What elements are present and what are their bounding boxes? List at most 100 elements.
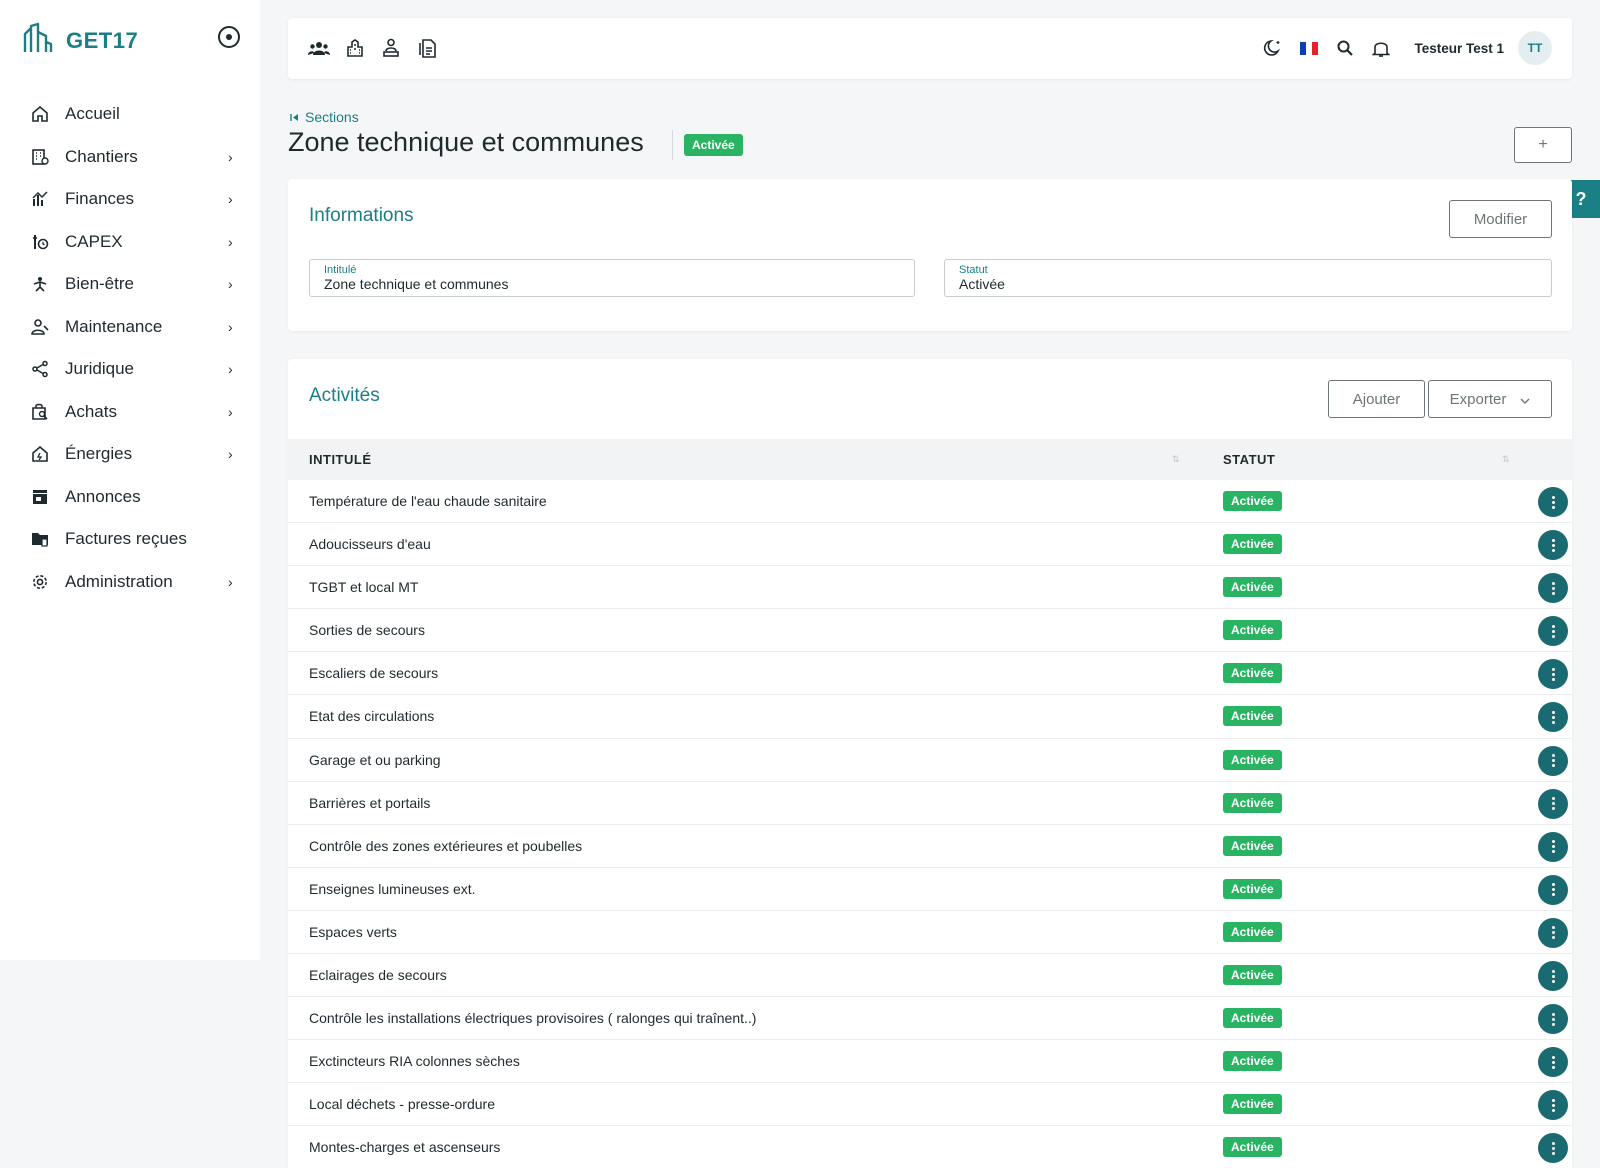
activities-card: Activités Ajouter Exporter INTITULÉ ⇅ ST…	[288, 359, 1572, 1168]
dot	[1551, 624, 1555, 628]
row-actions-button[interactable]	[1538, 659, 1568, 690]
exporter-button[interactable]: Exporter	[1428, 380, 1552, 418]
buildings-icon[interactable]	[344, 37, 366, 59]
dot	[1551, 974, 1555, 978]
language-flag-icon[interactable]	[1298, 37, 1320, 59]
sidebar-item-label: Annonces	[65, 486, 141, 506]
table-row[interactable]: Barrières et portails Activée	[288, 782, 1572, 825]
table-row[interactable]: Sorties de secours Activée	[288, 609, 1572, 653]
sidebar-item-accueil[interactable]: Accueil	[0, 93, 260, 136]
activity-name: TGBT et local MT	[309, 579, 419, 596]
row-actions-button[interactable]	[1538, 874, 1568, 905]
table-row[interactable]: Garage et ou parking Activée	[288, 739, 1572, 782]
dark-mode-icon[interactable]	[1262, 37, 1284, 59]
row-actions-button[interactable]	[1538, 702, 1568, 733]
add-button[interactable]: +	[1514, 127, 1572, 163]
table-row[interactable]: Exctincteurs RIA colonnes sèches Activée	[288, 1040, 1572, 1084]
folder-icon	[30, 529, 50, 549]
row-actions-button[interactable]	[1538, 573, 1568, 604]
table-row[interactable]: Température de l'eau chaude sanitaire Act…	[288, 480, 1572, 524]
dot	[1551, 931, 1555, 935]
row-actions-button[interactable]	[1538, 1047, 1568, 1078]
table-row[interactable]: Escaliers de secours Activée	[288, 652, 1572, 696]
table-row[interactable]: Espaces verts Activée	[288, 911, 1572, 955]
topbar: Testeur Test 1 TT	[288, 18, 1572, 79]
avatar[interactable]: TT	[1518, 31, 1552, 65]
column-header-statut[interactable]: STATUT	[1223, 452, 1275, 467]
users-icon[interactable]	[308, 37, 330, 59]
sidebar-item-energies[interactable]: Énergies ›	[0, 433, 260, 476]
person-desk-icon[interactable]	[380, 37, 402, 59]
row-actions-button[interactable]	[1538, 831, 1568, 862]
table-row[interactable]: Etat des circulations Activée	[288, 695, 1572, 739]
documents-icon[interactable]	[416, 37, 438, 59]
sidebar-item-juridique[interactable]: Juridique ›	[0, 348, 260, 391]
row-actions-button[interactable]	[1538, 745, 1568, 776]
bell-icon[interactable]	[1370, 37, 1392, 59]
status-badge: Activée	[1223, 749, 1282, 770]
table-row[interactable]: TGBT et local MT Activée	[288, 566, 1572, 610]
status-badge: Activée	[1223, 577, 1282, 598]
row-actions-button[interactable]	[1538, 530, 1568, 561]
edit-button[interactable]: Modifier	[1449, 200, 1552, 238]
status-badge: Activée	[1223, 663, 1282, 684]
breadcrumb[interactable]: Sections	[290, 109, 359, 125]
sidebar-toggle-button[interactable]	[218, 26, 240, 48]
activity-name: Contrôle les installations électriques p…	[309, 1010, 757, 1027]
sidebar-item-bien-etre[interactable]: Bien-être ›	[0, 263, 260, 306]
dot	[1551, 538, 1555, 542]
table-row[interactable]: Montes-charges et ascenseurs Activée	[288, 1126, 1572, 1168]
user-name[interactable]: Testeur Test 1	[1414, 41, 1504, 56]
dot	[1551, 850, 1555, 854]
energy-icon	[30, 444, 50, 464]
table-row[interactable]: Enseignes lumineuses ext. Activée	[288, 868, 1572, 911]
dot	[1551, 926, 1555, 930]
dot	[1551, 1108, 1555, 1112]
table-row[interactable]: Contrôle les installations électriques p…	[288, 997, 1572, 1041]
sidebar-item-chantiers[interactable]: Chantiers ›	[0, 136, 260, 179]
column-header-intitule[interactable]: INTITULÉ	[309, 452, 372, 467]
topbar-shortcuts	[308, 37, 438, 59]
activity-name: Eclairages de secours	[309, 967, 447, 984]
sort-icon[interactable]: ⇅	[1172, 454, 1180, 465]
row-actions-button[interactable]	[1538, 917, 1568, 948]
sidebar-item-maintenance[interactable]: Maintenance ›	[0, 306, 260, 349]
ajouter-button[interactable]: Ajouter	[1328, 380, 1425, 418]
table-header: INTITULÉ ⇅ STATUT ⇅	[288, 439, 1572, 480]
sidebar-item-factures-recues[interactable]: Factures reçues	[0, 518, 260, 561]
row-actions-button[interactable]	[1538, 1004, 1568, 1035]
table-row[interactable]: Local déchets - presse-ordure Activée	[288, 1083, 1572, 1127]
back-to-start-icon	[290, 109, 299, 125]
sort-icon[interactable]: ⇅	[1502, 454, 1510, 465]
row-actions-button[interactable]	[1538, 616, 1568, 647]
intitule-field[interactable]: Intitulé Zone technique et communes	[309, 259, 915, 297]
status-badge: Activée	[1223, 491, 1282, 511]
sidebar-item-finances[interactable]: Finances ›	[0, 178, 260, 221]
statut-field[interactable]: Statut Activée	[944, 259, 1552, 297]
table-row[interactable]: Eclairages de secours Activée	[288, 954, 1572, 998]
dot	[1551, 1017, 1555, 1021]
status-badge: Activée	[1223, 1051, 1282, 1072]
row-actions-button[interactable]	[1538, 487, 1568, 517]
gear-icon	[30, 572, 50, 592]
maintenance-icon	[30, 317, 50, 337]
row-actions-button[interactable]	[1538, 1133, 1568, 1164]
sidebar-item-annonces[interactable]: Annonces	[0, 476, 260, 519]
row-actions-button[interactable]	[1538, 1090, 1568, 1121]
row-actions-button[interactable]	[1538, 788, 1568, 819]
activity-name: Contrôle des zones extérieures et poubel…	[309, 837, 583, 854]
dot	[1551, 1055, 1555, 1059]
brand[interactable]: GET17	[22, 22, 138, 59]
row-actions-button[interactable]	[1538, 961, 1568, 992]
topbar-actions: Testeur Test 1 TT	[1262, 31, 1552, 65]
sidebar-item-achats[interactable]: Achats ›	[0, 391, 260, 434]
table-row[interactable]: Contrôle des zones extérieures et poubel…	[288, 825, 1572, 868]
sidebar-item-capex[interactable]: CAPEX ›	[0, 221, 260, 264]
dot	[1551, 845, 1555, 849]
search-icon[interactable]	[1334, 37, 1356, 59]
informations-card: Informations Modifier Intitulé Zone tech…	[288, 179, 1572, 331]
dot	[1551, 715, 1555, 719]
sidebar-item-administration[interactable]: Administration ›	[0, 561, 260, 604]
table-row[interactable]: Adoucisseurs d'eau Activée	[288, 523, 1572, 567]
dot	[1551, 883, 1555, 887]
